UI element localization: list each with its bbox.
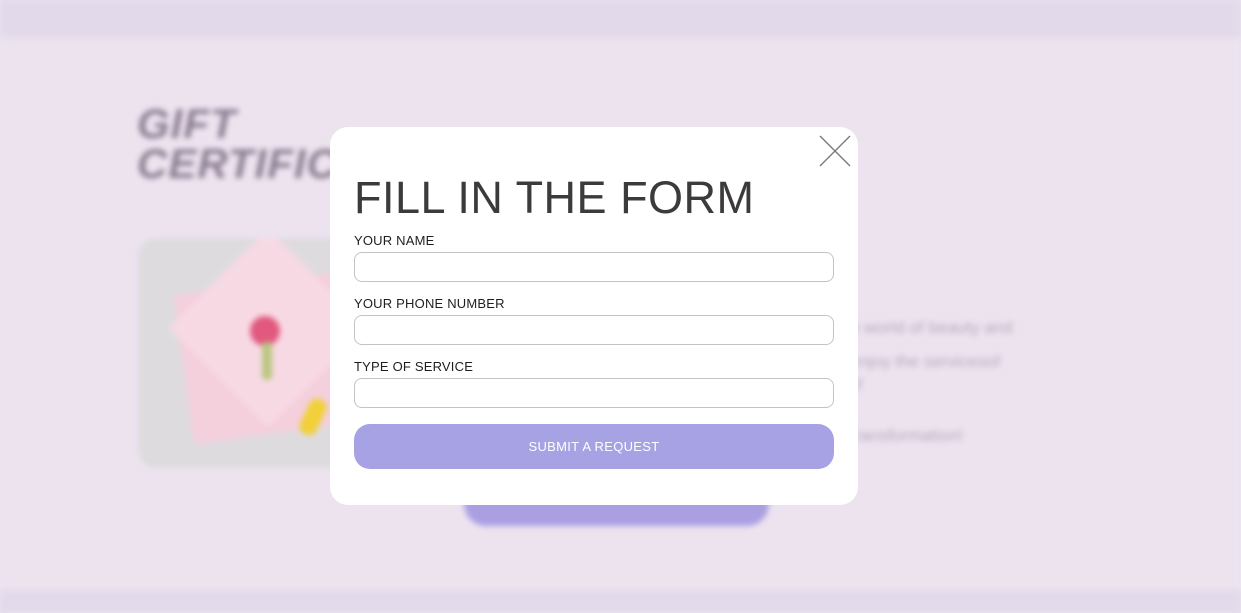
flower-stem-shape — [262, 342, 272, 380]
close-x-icon — [819, 135, 851, 167]
name-label: YOUR NAME — [354, 233, 435, 248]
header-bar — [0, 0, 1241, 38]
description-line-1: e world of beauty and — [850, 318, 1013, 337]
heading-line-1: GIFT — [137, 100, 237, 147]
phone-input[interactable] — [354, 315, 834, 345]
form-title: FILL IN THE FORM — [354, 172, 755, 223]
phone-label: YOUR PHONE NUMBER — [354, 296, 505, 311]
gift-certificate-heading: GIFT CERTIFIC — [137, 100, 338, 187]
heading-line-2: CERTIFIC — [137, 140, 338, 187]
service-type-label: TYPE OF SERVICE — [354, 359, 474, 374]
service-type-input[interactable] — [354, 378, 834, 408]
request-form-modal: FILL IN THE FORM YOUR NAME YOUR PHONE NU… — [330, 127, 858, 505]
close-button[interactable] — [818, 134, 852, 168]
description-line-2: enjoy the servicesof — [850, 352, 1001, 371]
name-input[interactable] — [354, 252, 834, 282]
description-line-4: transformation! — [850, 426, 964, 445]
footer-bar — [0, 590, 1241, 613]
submit-request-button[interactable]: SUBMIT A REQUEST — [354, 424, 834, 469]
